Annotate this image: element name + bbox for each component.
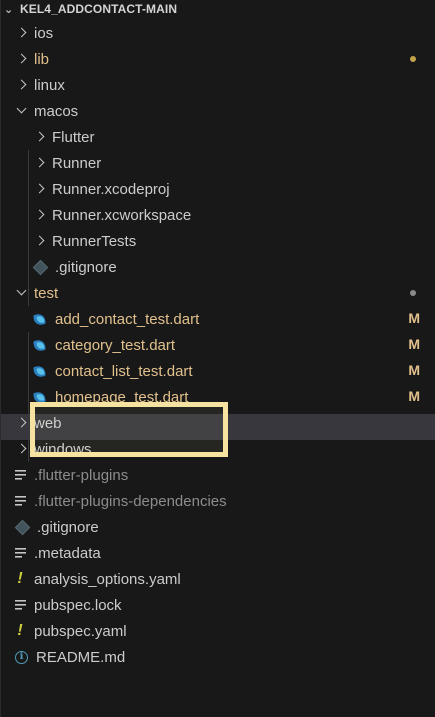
tree-item-label: test (34, 284, 59, 302)
tree-item-label: .flutter-plugins (34, 466, 129, 484)
chevron-right-icon (33, 234, 47, 248)
tree-item-label: Flutter (52, 128, 95, 146)
chevron-down-icon: ⌄ (4, 3, 14, 16)
git-status-badge: M (408, 336, 420, 352)
tree-item-label: Runner.xcworkspace (52, 206, 192, 224)
tree-item-label: lib (34, 50, 50, 68)
tree-item-label: macos (34, 102, 79, 120)
git-file-icon (14, 519, 31, 535)
text-file-icon (15, 496, 26, 506)
chevron-right-icon (15, 442, 29, 456)
tree-item-label: linux (34, 76, 65, 94)
folder-row[interactable]: test (1, 280, 435, 306)
folder-row[interactable]: linux (1, 72, 435, 98)
file-row[interactable]: i README.md (1, 644, 435, 670)
chevron-right-icon (15, 26, 29, 40)
git-status-badge: M (408, 388, 420, 404)
text-file-icon (15, 470, 26, 480)
chevron-right-icon (33, 130, 47, 144)
tree-item-label: README.md (36, 648, 126, 666)
dart-file-icon (33, 390, 47, 404)
tree-item-label: .flutter-plugins-dependencies (34, 492, 227, 510)
tree-item-label: .metadata (34, 544, 101, 562)
tree-item-label: Runner.xcodeproj (52, 180, 170, 198)
chevron-right-icon (15, 52, 29, 66)
info-icon: i (15, 650, 28, 664)
modified-dot-indicator (410, 290, 416, 296)
explorer-panel: ⌄ KEL4_ADDCONTACT-MAIN ios lib linux macos F… (0, 0, 435, 717)
chevron-right-icon (15, 78, 29, 92)
tree-item-label: add_contact_test.dart (55, 310, 200, 328)
folder-row[interactable]: macos (1, 98, 435, 124)
folder-row[interactable]: RunnerTests (1, 228, 435, 254)
folder-row[interactable]: Flutter (1, 124, 435, 150)
chevron-right-icon (33, 156, 47, 170)
folder-row[interactable]: lib (1, 46, 435, 72)
folder-row[interactable]: web (1, 410, 435, 436)
file-row[interactable]: pubspec.lock (1, 592, 435, 618)
tree-item-label: homepage_test.dart (55, 388, 189, 406)
folder-row[interactable]: windows (1, 436, 435, 462)
chevron-right-icon (15, 416, 29, 430)
tree-item-label: pubspec.lock (34, 596, 122, 614)
tree-item-label: web (34, 414, 62, 432)
chevron-down-icon (15, 286, 29, 300)
tree-item-label: ios (34, 24, 54, 42)
workspace-title: KEL4_ADDCONTACT-MAIN (20, 2, 178, 16)
tree-item-label: RunnerTests (52, 232, 137, 250)
file-row[interactable]: ! pubspec.yaml (1, 618, 435, 644)
file-row[interactable]: homepage_test.dart M (1, 384, 435, 410)
chevron-right-icon (33, 182, 47, 196)
git-status-badge: M (408, 310, 420, 326)
yaml-file-icon: ! (17, 622, 23, 639)
dart-file-icon (33, 364, 47, 378)
tree-item-label: windows (34, 440, 92, 458)
file-row[interactable]: contact_list_test.dart M (1, 358, 435, 384)
tree-item-label: contact_list_test.dart (55, 362, 193, 380)
file-row[interactable]: .flutter-plugins (1, 462, 435, 488)
chevron-right-icon (33, 208, 47, 222)
dart-file-icon (33, 338, 47, 352)
text-file-icon (15, 548, 26, 558)
tree-item-label: analysis_options.yaml (34, 570, 181, 588)
tree-item-label: Runner (52, 154, 102, 172)
folder-row[interactable]: ios (1, 20, 435, 46)
tree-item-label: .gitignore (55, 258, 117, 276)
yaml-file-icon: ! (17, 570, 23, 587)
explorer-section-header[interactable]: ⌄ KEL4_ADDCONTACT-MAIN (1, 0, 435, 18)
folder-row[interactable]: Runner (1, 150, 435, 176)
dart-file-icon (33, 312, 47, 326)
git-file-icon (32, 259, 49, 275)
file-row[interactable]: .gitignore (1, 514, 435, 540)
chevron-down-icon (15, 104, 29, 118)
file-row[interactable]: ! analysis_options.yaml (1, 566, 435, 592)
tree-item-label: pubspec.yaml (34, 622, 127, 640)
folder-row[interactable]: Runner.xcodeproj (1, 176, 435, 202)
text-file-icon (15, 600, 26, 610)
file-row[interactable]: add_contact_test.dart M (1, 306, 435, 332)
folder-row[interactable]: Runner.xcworkspace (1, 202, 435, 228)
modified-dot-indicator (410, 56, 416, 62)
tree-item-label: .gitignore (37, 518, 99, 536)
tree-item-label: category_test.dart (55, 336, 176, 354)
file-row[interactable]: .metadata (1, 540, 435, 566)
git-status-badge: M (408, 362, 420, 378)
file-row[interactable]: .gitignore (1, 254, 435, 280)
file-row[interactable]: category_test.dart M (1, 332, 435, 358)
file-row[interactable]: .flutter-plugins-dependencies (1, 488, 435, 514)
